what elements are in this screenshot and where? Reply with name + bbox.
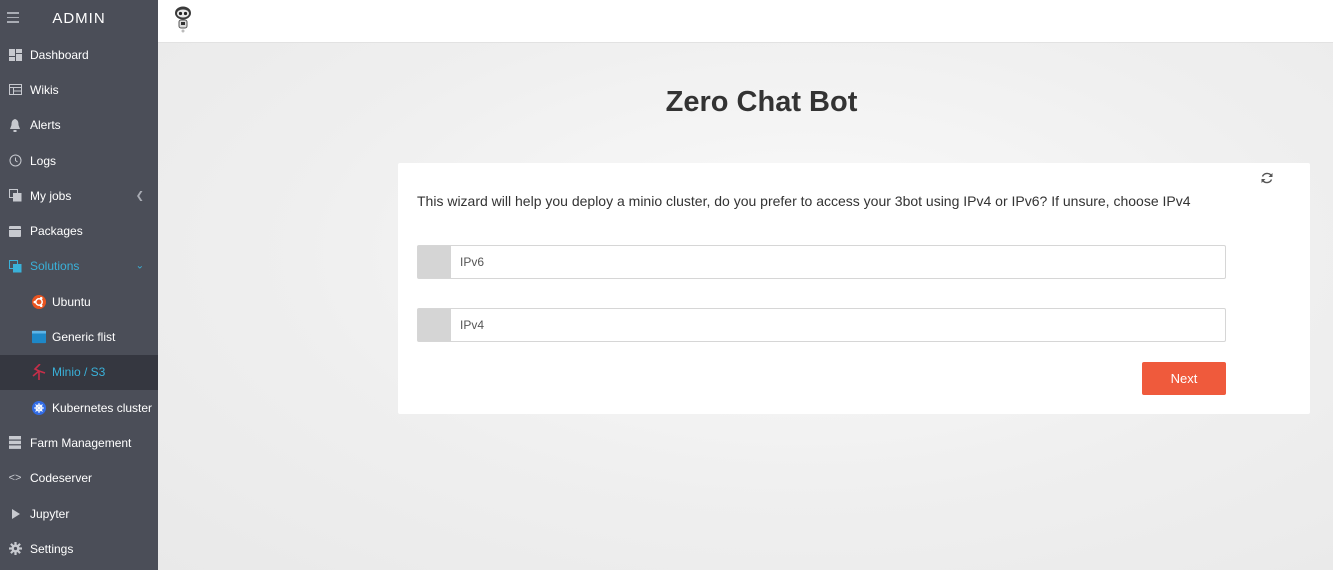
page-title: Zero Chat Bot: [665, 86, 858, 118]
sidebar-item-label: Settings: [30, 541, 74, 556]
sidebar-title: ADMIN: [52, 10, 106, 27]
bot-logo-icon[interactable]: [174, 6, 192, 34]
sidebar-item-packages[interactable]: Packages: [0, 213, 158, 248]
jobs-icon: [8, 189, 22, 203]
sidebar-item-wikis[interactable]: Wikis: [0, 72, 158, 107]
sidebar-item-jupyter[interactable]: Jupyter: [0, 496, 158, 531]
sidebar-item-kubernetes[interactable]: Kubernetes cluster: [0, 390, 158, 425]
chevron-left-icon: ❮: [135, 190, 144, 202]
sidebar-item-alerts[interactable]: Alerts: [0, 108, 158, 143]
sidebar-item-solutions[interactable]: Solutions ⌄: [0, 249, 158, 284]
wiki-icon: [8, 83, 22, 97]
main-content: Zero Chat Bot This wizard will help you …: [158, 43, 1333, 570]
radio-ipv6[interactable]: [418, 246, 451, 278]
sidebar-item-label: Alerts: [30, 118, 61, 133]
sidebar-item-logs[interactable]: Logs: [0, 143, 158, 178]
sidebar-item-farm-management[interactable]: Farm Management: [0, 425, 158, 460]
wizard-card: This wizard will help you deploy a minio…: [398, 163, 1310, 414]
option-label: IPv6: [460, 255, 485, 269]
sidebar-item-label: Minio / S3: [52, 365, 106, 380]
sidebar-item-codeserver[interactable]: <> Codeserver: [0, 461, 158, 496]
sidebar-item-ubuntu[interactable]: Ubuntu: [0, 284, 158, 319]
dashboard-icon: [8, 48, 22, 62]
history-icon: [8, 154, 22, 168]
sidebar-item-label: Ubuntu: [52, 294, 91, 309]
sidebar-item-label: Generic flist: [52, 330, 116, 345]
top-bar: [158, 0, 1333, 43]
kubernetes-icon: [32, 400, 46, 415]
sidebar-item-label: Jupyter: [30, 506, 70, 521]
sidebar-item-dashboard[interactable]: Dashboard: [0, 37, 158, 72]
radio-ipv4[interactable]: [418, 309, 451, 341]
next-button[interactable]: Next: [1142, 362, 1226, 395]
option-ipv6[interactable]: IPv6: [417, 245, 1226, 279]
sidebar-menu: Dashboard Wikis Alerts Logs My jobs ❮ Pa…: [0, 37, 158, 566]
chevron-down-icon: ⌄: [135, 260, 144, 272]
sidebar-item-label: Packages: [30, 224, 83, 239]
package-icon: [8, 224, 22, 238]
sidebar-item-label: Logs: [30, 153, 57, 168]
sidebar-item-label: Codeserver: [30, 471, 93, 486]
sidebar-item-generic-flist[interactable]: Generic flist: [0, 319, 158, 354]
sidebar-item-my-jobs[interactable]: My jobs ❮: [0, 178, 158, 213]
refresh-icon[interactable]: [1260, 171, 1274, 185]
sidebar: ADMIN Dashboard Wikis Alerts Logs My job…: [0, 0, 158, 570]
solutions-icon: [8, 259, 22, 273]
server-icon: [8, 436, 22, 450]
sidebar-item-label: Solutions: [30, 259, 80, 274]
code-icon: <>: [8, 472, 22, 485]
play-icon: [8, 507, 22, 521]
ubuntu-icon: [32, 294, 46, 309]
sidebar-item-label: My jobs: [30, 188, 72, 203]
option-label: IPv4: [460, 318, 485, 332]
sidebar-item-label: Farm Management: [30, 435, 132, 450]
option-ipv4[interactable]: IPv4: [417, 308, 1226, 342]
wizard-question: This wizard will help you deploy a minio…: [417, 193, 1191, 209]
sidebar-item-label: Wikis: [30, 82, 59, 97]
sidebar-item-label: Dashboard: [30, 47, 89, 62]
sidebar-item-label: Kubernetes cluster: [52, 400, 153, 415]
sidebar-item-settings[interactable]: Settings: [0, 531, 158, 566]
gear-icon: [8, 542, 22, 556]
flist-icon: [32, 330, 46, 344]
minio-icon: [32, 364, 46, 381]
bell-icon: [8, 118, 22, 132]
sidebar-header: ADMIN: [0, 0, 158, 37]
sidebar-item-minio[interactable]: Minio / S3: [0, 354, 158, 390]
